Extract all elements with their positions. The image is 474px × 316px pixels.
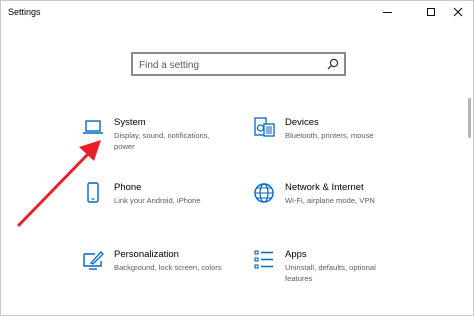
- category-apps[interactable]: Apps Uninstall, defaults, optional featu…: [253, 249, 443, 299]
- category-phone[interactable]: Phone Link your Android, iPhone: [82, 182, 272, 232]
- phone-icon: [87, 182, 99, 203]
- window-title: Settings: [8, 7, 41, 17]
- devices-icon: [254, 117, 275, 137]
- category-system[interactable]: System Display, sound, notifications, po…: [82, 117, 272, 167]
- category-name: Personalization: [114, 249, 179, 260]
- apps-icon: [254, 250, 273, 269]
- category-name: Network & Internet: [285, 182, 364, 193]
- search-box[interactable]: [131, 52, 346, 76]
- minimize-icon: [382, 11, 392, 13]
- personalization-icon: [83, 251, 104, 270]
- category-description: Link your Android, iPhone: [114, 196, 201, 205]
- title-bar: Settings: [1, 1, 473, 23]
- close-button[interactable]: [441, 1, 474, 23]
- scrollbar-thumb[interactable]: [468, 98, 471, 138]
- category-description: Bluetooth, printers, mouse: [285, 131, 374, 140]
- category-description: Uninstall, defaults, optional features: [285, 263, 376, 283]
- category-name: Apps: [285, 249, 307, 260]
- category-name: Phone: [114, 182, 142, 193]
- close-icon: [453, 7, 463, 17]
- category-network-internet[interactable]: Network & Internet Wi-Fi, airplane mode,…: [253, 182, 443, 232]
- maximize-icon: [427, 8, 435, 16]
- globe-icon: [254, 183, 274, 203]
- minimize-button[interactable]: [370, 1, 404, 23]
- category-description: Background, lock screen, colors: [114, 263, 222, 272]
- category-description: Wi-Fi, airplane mode, VPN: [285, 196, 375, 205]
- search-icon[interactable]: [326, 57, 340, 71]
- settings-window: Settings System Display, sound, notifica…: [0, 0, 474, 316]
- category-personalization[interactable]: Personalization Background, lock screen,…: [82, 249, 272, 299]
- category-description: Display, sound, notifications, power: [114, 131, 210, 151]
- category-name: System: [114, 117, 146, 128]
- category-devices[interactable]: Devices Bluetooth, printers, mouse: [253, 117, 443, 167]
- search-input[interactable]: [139, 58, 319, 72]
- laptop-icon: [83, 120, 103, 134]
- category-name: Devices: [285, 117, 319, 128]
